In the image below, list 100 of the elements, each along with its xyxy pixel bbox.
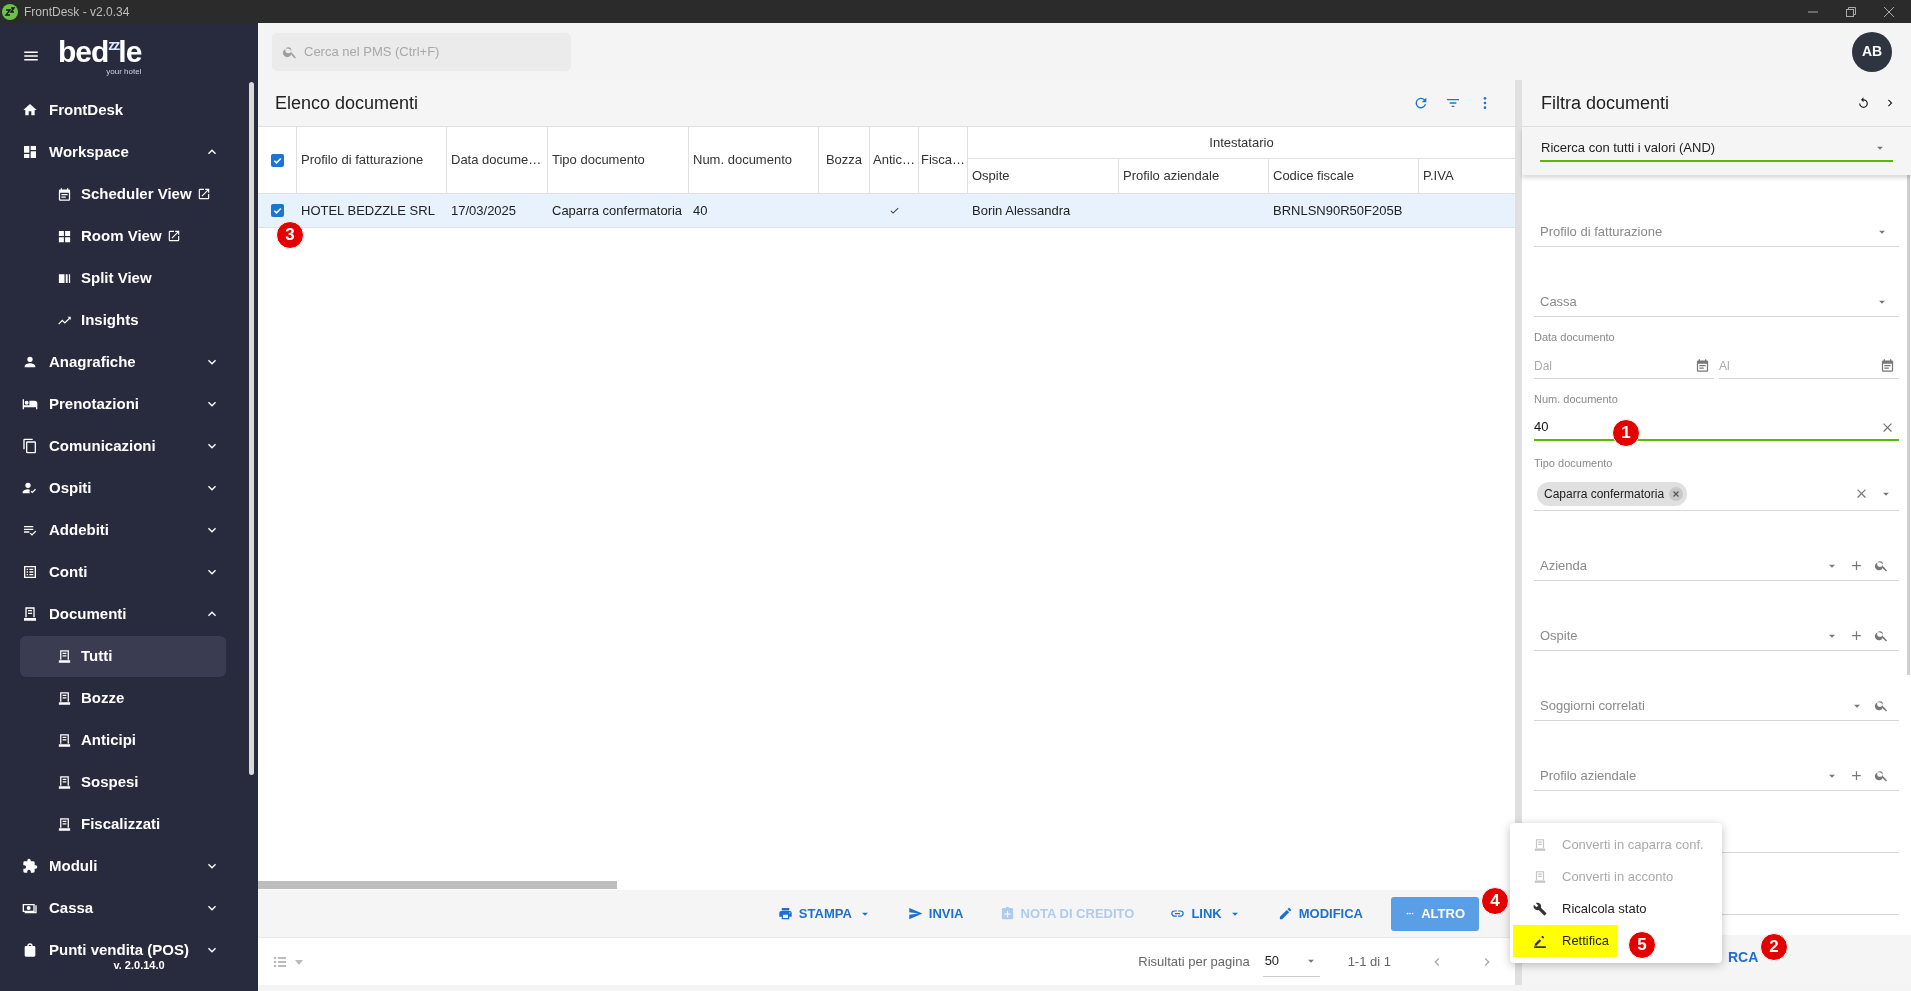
document-icon [57,816,72,832]
document-icon [57,690,72,706]
sidebar-subitem[interactable]: Anticipi [20,719,226,761]
printer-icon [777,906,793,921]
table-cell-text: HOTEL BEDZZLE SRL [301,201,435,220]
sidebar-subitem[interactable]: Fiscalizzati [20,803,226,845]
lookup-field[interactable]: Ospite [1534,621,1899,651]
column-header[interactable]: Codice fiscale [1273,166,1354,186]
page-size-select[interactable]: 50 [1262,946,1320,977]
person-check-icon [22,480,38,496]
sidebar-item[interactable]: Addebiti [0,509,258,551]
column-header[interactable]: Fisca… [920,150,966,170]
action-button[interactable]: MODIFICA [1269,896,1371,931]
send-icon [907,906,923,921]
label: Risultati per pagina [1138,952,1250,971]
action-button[interactable]: INVIA [899,896,972,931]
column-header[interactable]: Num. documento [693,150,792,170]
sidebar-item[interactable]: Cassa [0,887,258,929]
search-icon[interactable] [1874,628,1889,643]
document-icon [22,606,38,622]
plus-icon[interactable] [1849,768,1864,783]
field-label: Tipo documento [1534,455,1614,471]
sidebar-item[interactable]: Documenti [0,593,258,635]
bed-icon [22,396,38,412]
scrollbar[interactable] [1907,175,1910,675]
column-header[interactable]: Bozza [825,150,863,170]
chip[interactable]: Caparra confermatoria [1537,481,1688,506]
lookup-field[interactable]: Azienda [1534,551,1899,581]
column-header[interactable]: P.IVA [1423,166,1454,186]
sidebar-subitem[interactable]: Sospesi [20,761,226,803]
sidebar-subitem[interactable]: Split View [20,257,226,299]
sidebar-item[interactable]: Moduli [0,845,258,887]
search-button[interactable]: RCA [1728,947,1759,968]
sidebar-subitem[interactable]: Tutti [20,635,226,677]
sidebar-subitem[interactable]: Insights [20,299,226,341]
sidebar-item[interactable]: Comunicazioni [0,425,258,467]
sidebar-subitem[interactable]: Bozze [20,677,226,719]
sidebar-item[interactable]: Anagrafiche [0,341,258,383]
remove-icon[interactable] [1668,485,1685,502]
document-icon [57,648,72,664]
sidebar-item[interactable]: Conti [0,551,258,593]
reset-icon[interactable] [1856,95,1871,111]
version-label: v. 2.0.14.0 [113,958,165,972]
document-icon [57,774,72,790]
search-icon[interactable] [1874,698,1889,713]
home-icon [22,102,38,118]
restore-icon[interactable] [1845,5,1857,18]
grid-icon [57,228,72,244]
calendar-icon [57,186,72,202]
avatar[interactable]: AB [1852,31,1892,72]
select-field[interactable]: Profilo di fatturazione [1534,217,1899,247]
table-cell-text: Borin Alessandra [972,201,1071,220]
sidebar-item[interactable]: Workspace [0,131,258,173]
bag-icon [22,942,38,958]
column-header[interactable]: Profilo di fatturazione [301,150,424,170]
page-range: 1-1 di 1 [1347,952,1391,971]
document-icon [57,732,72,748]
app-icon [2,3,18,20]
search-icon[interactable] [1874,768,1889,783]
scrollbar[interactable] [258,881,617,889]
sidebar-subitem[interactable]: Scheduler View [20,173,226,215]
column-header[interactable]: Antic… [873,150,915,170]
column-header[interactable]: Ospite [972,166,1010,186]
dashboard-icon [22,144,38,160]
checkbox[interactable] [270,153,284,167]
chip-field[interactable]: Caparra confermatoria [1534,477,1899,511]
select-field[interactable]: Cassa [1534,287,1899,317]
column-header[interactable]: Data docume… [451,150,542,170]
calendar-icon[interactable] [1695,358,1710,373]
pen-icon [1533,934,1547,948]
table-row[interactable]: HOTEL BEDZZLE SRL 17/03/2025 Caparra confermatoria 40 Borin Alessandra BRNLSN90R50F205B [258,194,1515,228]
checkbox[interactable] [271,204,284,217]
refresh-icon[interactable] [1413,95,1429,111]
pencil-icon [1277,906,1293,921]
action-button[interactable]: LINK [1162,896,1250,931]
lookup-field[interactable]: Profilo aziendale [1534,761,1899,791]
sidebar-item[interactable]: Ospiti [0,467,258,509]
table-cell-text: BRNLSN90R50F205B [1273,201,1403,220]
table-cell-text: 17/03/2025 [451,201,517,220]
plus-icon[interactable] [1849,628,1864,643]
sidebar-item[interactable]: Prenotazioni [0,383,258,425]
action-button[interactable]: STAMPA [769,896,880,931]
calendar-icon[interactable] [1880,358,1895,373]
search-icon[interactable] [1874,558,1889,573]
menu-item[interactable]: Rettifica [1513,925,1617,957]
menu-item[interactable]: Ricalcola stato [1513,893,1659,925]
column-header[interactable]: Profilo aziendale [1123,166,1220,186]
person-icon [22,354,38,370]
field-label: Num. documento [1534,391,1619,407]
clipboard-icon [999,906,1015,921]
puzzle-icon [22,858,38,874]
window-title: FrontDesk - v2.0.34 [24,3,130,21]
sidebar-subitem[interactable]: Room View [20,215,226,257]
sidebar-item[interactable]: FrontDesk [0,89,258,131]
plus-icon[interactable] [1849,558,1864,573]
close-icon[interactable] [1883,5,1895,18]
panel-title: Filtra documenti [1541,91,1670,115]
column-header[interactable]: Tipo documento [552,150,645,170]
lookup-field[interactable]: Soggiorni correlati [1534,691,1899,721]
panel-title: Elenco documenti [275,91,419,115]
